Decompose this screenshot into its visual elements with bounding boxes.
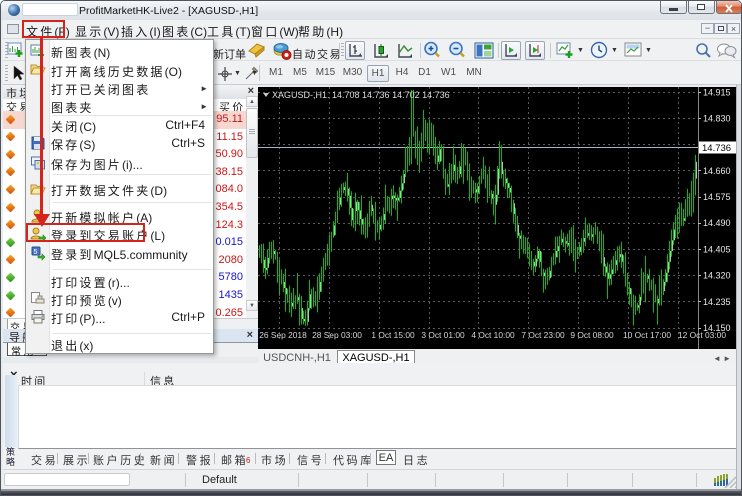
svg-text:4 Oct 10:00: 4 Oct 10:00	[471, 330, 515, 340]
svg-text:28 Sep 03:00: 28 Sep 03:00	[312, 330, 362, 340]
svg-text:12 Oct 03:00: 12 Oct 03:00	[678, 330, 726, 340]
svg-text:14.320: 14.320	[703, 271, 731, 281]
svg-text:14.660: 14.660	[703, 166, 731, 176]
svg-text:26 Sep 2018: 26 Sep 2018	[259, 330, 307, 340]
svg-text:5: 5	[34, 249, 38, 256]
svg-text:7 Oct 23:00: 7 Oct 23:00	[521, 330, 565, 340]
svg-text:3 Oct 01:00: 3 Oct 01:00	[421, 330, 465, 340]
svg-text:10 Oct 17:00: 10 Oct 17:00	[623, 330, 671, 340]
svg-text:14.235: 14.235	[703, 297, 731, 307]
svg-text:14.490: 14.490	[703, 218, 731, 228]
svg-text:1 Oct 15:00: 1 Oct 15:00	[371, 330, 415, 340]
svg-text:9 Oct 08:00: 9 Oct 08:00	[570, 330, 614, 340]
svg-text:14.830: 14.830	[703, 114, 731, 124]
svg-text:14.575: 14.575	[703, 192, 731, 202]
svg-text:14.405: 14.405	[703, 245, 731, 255]
svg-text:XAGUSD-,H1. 14.708 14.736 14.7: XAGUSD-,H1. 14.708 14.736 14.702 14.736	[272, 90, 450, 100]
svg-text:14.736: 14.736	[702, 143, 731, 154]
svg-text:14.915: 14.915	[703, 88, 731, 98]
